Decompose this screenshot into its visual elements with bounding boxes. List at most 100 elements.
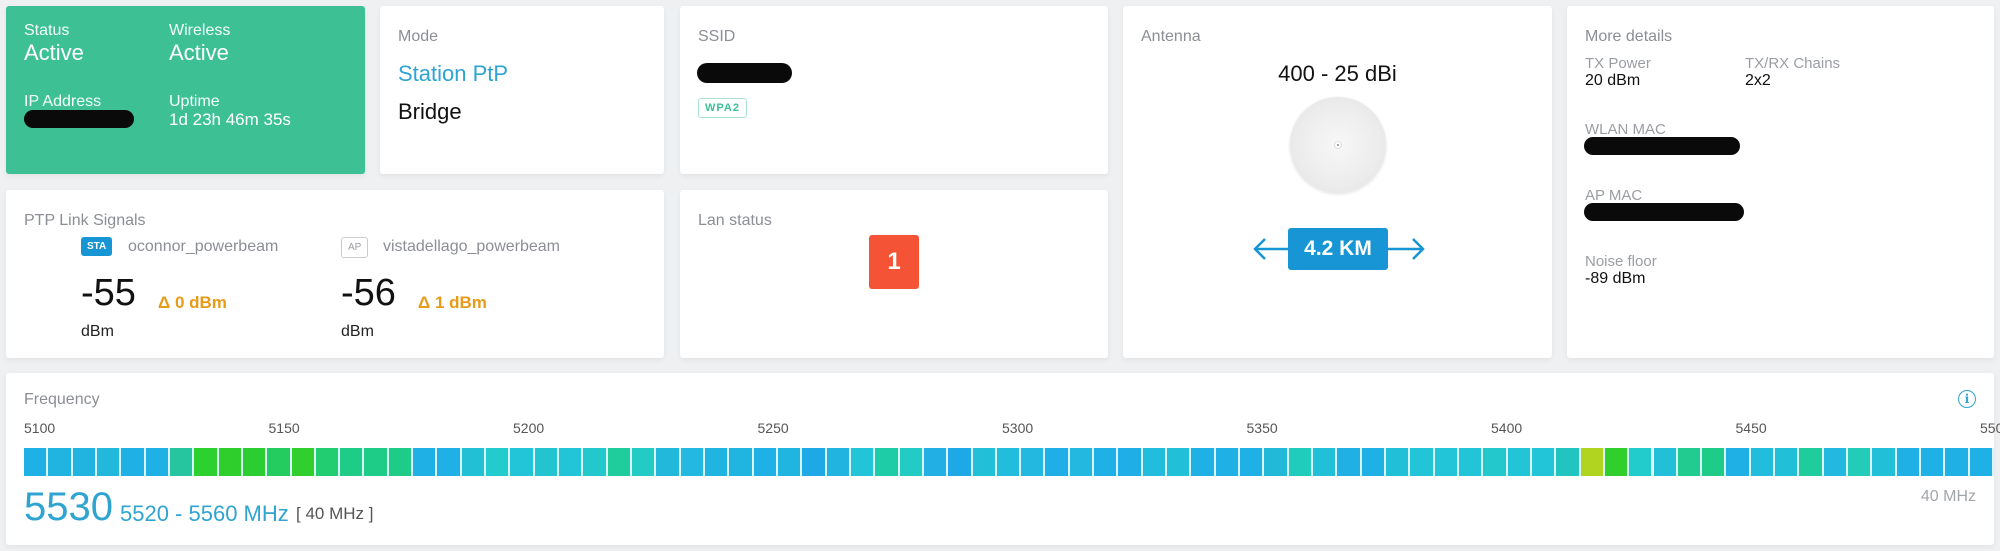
spectrum-segment [1775,448,1800,476]
spectrum-bar[interactable] [24,448,1994,476]
spectrum-segment [1337,448,1362,476]
spectrum-segment [413,448,438,476]
frequency-tick: 5350 [1246,420,1278,436]
spectrum-segment [1921,448,1946,476]
frequency-tick: 5450 [1735,420,1767,436]
spectrum-segment [1385,448,1411,476]
spectrum-segment [1240,448,1265,476]
lan-status-title: Lan status [698,212,772,229]
spectrum-segment [1629,448,1654,476]
spectrum-segment [242,448,268,476]
remote-device-name: vistadellago_powerbeam [383,238,560,255]
channel-width: [ 40 MHz ] [296,504,374,523]
spectrum-segment [1167,448,1192,476]
spectrum-segment [291,448,316,476]
spectrum-segment [267,448,292,476]
spectrum-segment [826,448,851,476]
spectrum-segment [1945,448,1970,476]
spectrum-segment [948,448,973,476]
spectrum-segment [169,448,195,476]
wireless-label: Wireless [169,22,231,39]
spectrum-segment [48,448,73,476]
dish-antenna-icon [1290,97,1386,193]
ptp-link-signals-card: PTP Link Signals STA oconnor_powerbeam -… [6,190,664,358]
mode-card: Mode Station PtP Bridge [380,6,664,174]
spectrum-segment [1848,448,1873,476]
spectrum-segment [753,448,778,476]
spectrum-segment [1118,448,1143,476]
frequency-tick: 5400 [1491,420,1523,436]
ap-mac-label: AP MAC [1585,187,1643,204]
spectrum-segment [1045,448,1070,476]
spectrum-segment [1726,448,1751,476]
spectrum-segment [1069,448,1095,476]
spectrum-segment [121,448,146,476]
spectrum-segment [680,448,705,476]
current-frequency: 5530 [24,485,113,529]
spectrum-segment [1604,448,1630,476]
distance-indicator: 4.2 KM [1251,228,1431,272]
spectrum-segment [607,448,633,476]
frequency-title: Frequency [24,391,100,408]
spectrum-segment [632,448,657,476]
remote-signal-unit: dBm [341,323,374,340]
ssid-card: SSID WPA2 [680,6,1108,174]
spectrum-segment [1264,448,1289,476]
status-value: Active [24,40,84,65]
spectrum-segment [899,448,924,476]
spectrum-segment [315,448,341,476]
mode-title: Mode [398,28,439,45]
spectrum-segment [583,448,608,476]
wlan-mac-redacted [1584,137,1740,155]
lan-port-1[interactable]: 1 [869,235,919,289]
spectrum-segment [1580,448,1605,476]
uptime-value: 1d 23h 46m 35s [169,110,291,129]
distance-badge: 4.2 KM [1288,228,1388,270]
spectrum-segment [1410,448,1435,476]
spectrum-segment [1823,448,1849,476]
spectrum-segment [1142,448,1168,476]
spectrum-segment [1507,448,1532,476]
spectrum-segment [96,448,122,476]
spectrum-segment [1215,448,1241,476]
width-label: 40 MHz [1920,488,1976,505]
local-signal-delta: Δ 0 dBm [158,293,227,312]
spectrum-segment [1361,448,1386,476]
spectrum-segment [875,448,900,476]
frequency-tick: 5100 [24,420,56,436]
wireless-value: Active [169,40,229,65]
local-signal-value: -55 [81,272,136,314]
spectrum-segment [1799,448,1824,476]
spectrum-segment [972,448,997,476]
noise-floor-value: -89 dBm [1585,270,1646,287]
spectrum-segment [461,448,487,476]
spectrum-segment [388,448,414,476]
frequency-ticks: 5100515052005250530053505400545055005550… [24,420,2000,440]
ip-address-redacted [24,110,134,128]
spectrum-segment [1969,448,1994,476]
spectrum-segment [1288,448,1313,476]
ap-mac-redacted [1584,203,1744,221]
spectrum-segment [1191,448,1216,476]
frequency-tick: 5500 [1980,420,2000,436]
chains-label: TX/RX Chains [1745,55,1841,72]
ptp-title: PTP Link Signals [24,212,146,229]
sta-badge: STA [81,237,113,256]
spectrum-segment [1653,448,1678,476]
ssid-title: SSID [698,28,736,45]
spectrum-segment [1531,448,1557,476]
more-details-card: More details TX Power 20 dBm TX/RX Chain… [1567,6,1994,358]
ip-address-label: IP Address [24,93,102,110]
spectrum-segment [364,448,389,476]
spectrum-segment [437,448,462,476]
spectrum-segment [486,448,511,476]
mode-value: Station PtP [398,61,509,86]
lan-status-card: Lan status 1 [680,190,1108,358]
spectrum-segment [24,448,49,476]
tx-power-value: 20 dBm [1585,72,1641,89]
spectrum-segment [850,448,876,476]
spectrum-segment [704,448,730,476]
info-icon[interactable]: i [1958,390,1976,408]
network-mode-value: Bridge [398,99,462,124]
status-label: Status [24,22,70,39]
